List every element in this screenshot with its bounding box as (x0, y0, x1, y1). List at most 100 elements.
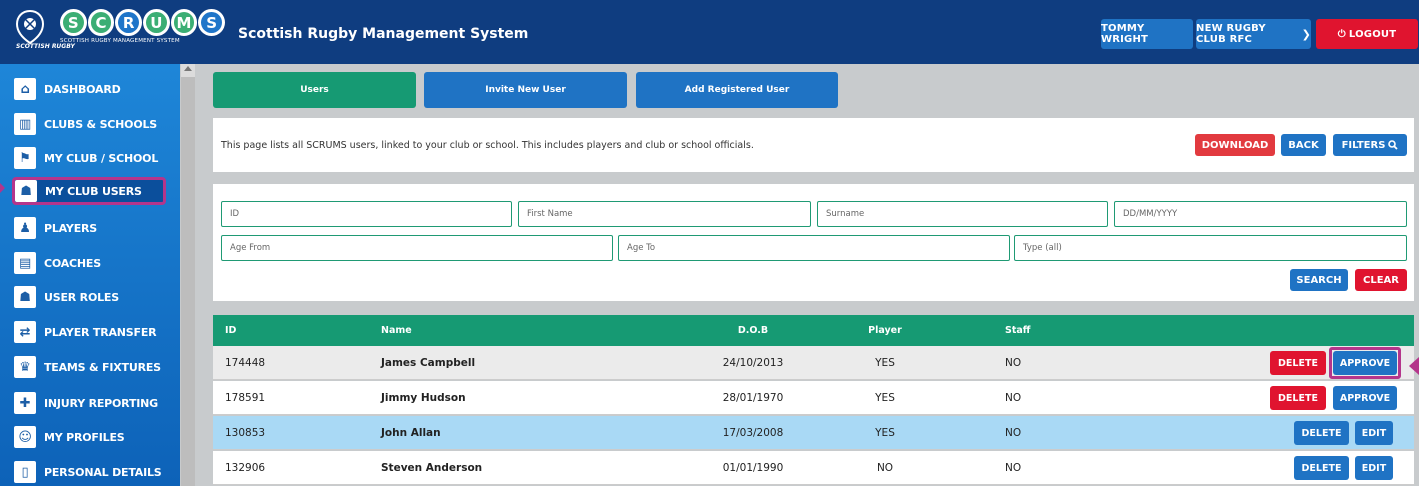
logo-letter: S (198, 9, 226, 36)
cell-name: Steven Anderson (381, 461, 483, 474)
clipboard-icon: ▤ (14, 252, 36, 274)
logo-letter: C (87, 9, 115, 36)
sidebar-item-coaches[interactable]: ▤ COACHES (14, 249, 166, 277)
cell-player: YES (875, 391, 895, 404)
cell-dob: 28/01/1970 (722, 391, 784, 404)
transfer-icon: ⇄ (14, 321, 36, 343)
sidebar-item-dashboard[interactable]: ⌂ DASHBOARD (14, 75, 166, 103)
logout-button[interactable]: ⏻ LOGOUT (1316, 19, 1418, 49)
cell-name: James Campbell (381, 356, 476, 369)
logout-label: LOGOUT (1348, 28, 1397, 40)
table-row[interactable]: 132906 Steven Anderson 01/01/1990 NO NO … (213, 451, 1414, 485)
logo-letter: U (143, 9, 170, 36)
sidebar-item-my-club-school[interactable]: ⚑ MY CLUB / SCHOOL (14, 144, 166, 172)
sidebar-item-label: PLAYERS (44, 221, 98, 235)
app-header: SCOTTISH RUGBY S C R U M S SCOTTISH RUGB… (0, 0, 1419, 64)
scrums-logo[interactable]: S C R U M S SCOTTISH RUGBY MANAGEMENT SY… (60, 9, 226, 57)
column-header-name[interactable]: Name (381, 315, 412, 346)
sidebar-item-label: PERSONAL DETAILS (44, 465, 162, 479)
club-select[interactable]: NEW RUGBY CLUB RFC ❯ (1196, 19, 1311, 49)
sidebar-item-clubs-schools[interactable]: ▥ CLUBS & SCHOOLS (14, 110, 166, 138)
table-header: ID Name D.O.B Player Staff (213, 315, 1414, 346)
surname-input[interactable]: Surname (817, 201, 1108, 227)
sidebar-item-player-transfer[interactable]: ⇄ PLAYER TRANSFER (14, 318, 166, 346)
sidebar-item-players[interactable]: ♟ PLAYERS (14, 214, 166, 242)
cell-staff: NO (1005, 461, 1022, 474)
sidebar-item-injury-reporting[interactable]: ✚ INJURY REPORTING (14, 389, 166, 417)
cell-player: YES (875, 356, 895, 369)
filters-label: FILTERS (1341, 139, 1386, 151)
sidebar-item-personal-details[interactable]: ▯ PERSONAL DETAILS (14, 458, 166, 486)
user-menu-button[interactable]: TOMMY WRIGHT (1101, 19, 1193, 49)
sidebar-item-teams-fixtures[interactable]: ♛ TEAMS & FIXTURES (14, 353, 166, 381)
type-select[interactable]: Type (all) (1014, 235, 1407, 261)
back-button[interactable]: BACK (1281, 134, 1326, 156)
tab-add-registered-user[interactable]: Add Registered User (636, 72, 838, 108)
edit-button[interactable]: EDIT (1355, 421, 1393, 445)
player-icon: ♟ (14, 217, 36, 239)
search-label: SEARCH (1296, 274, 1342, 286)
ambulance-icon: ✚ (14, 392, 36, 414)
column-header-staff[interactable]: Staff (1005, 315, 1031, 346)
tab-label: Add Registered User (684, 85, 790, 95)
edit-button[interactable]: EDIT (1355, 456, 1393, 480)
column-header-id[interactable]: ID (225, 315, 236, 346)
approve-button[interactable]: APPROVE (1333, 351, 1397, 375)
sidebar-item-user-roles[interactable]: ☗ USER ROLES (14, 283, 166, 311)
clear-button[interactable]: CLEAR (1355, 269, 1407, 291)
sidebar: ⌂ DASHBOARD ▥ CLUBS & SCHOOLS ⚑ MY CLUB … (0, 64, 180, 486)
id-input[interactable]: ID (221, 201, 512, 227)
delete-button[interactable]: DELETE (1270, 351, 1326, 375)
sidebar-item-label: MY PROFILES (44, 430, 125, 444)
back-label: BACK (1288, 139, 1319, 151)
users-icon: ☗ (15, 180, 37, 202)
approve-label: APPROVE (1339, 357, 1391, 369)
search-button[interactable]: SEARCH (1290, 269, 1348, 291)
download-button[interactable]: DOWNLOAD (1195, 134, 1275, 156)
delete-button[interactable]: DELETE (1270, 386, 1326, 410)
clear-label: CLEAR (1363, 274, 1399, 286)
delete-label: DELETE (1278, 357, 1318, 369)
cell-id: 130853 (225, 426, 266, 439)
column-header-player[interactable]: Player (845, 315, 925, 346)
edit-label: EDIT (1361, 462, 1387, 474)
delete-button[interactable]: DELETE (1294, 456, 1349, 480)
age-from-input[interactable]: Age From (221, 235, 613, 261)
dob-input[interactable]: DD/MM/YYYY (1114, 201, 1407, 227)
filters-button[interactable]: FILTERS (1333, 134, 1407, 156)
approve-label: APPROVE (1339, 392, 1391, 404)
tab-users[interactable]: Users (213, 72, 416, 108)
cell-player: NO (876, 461, 894, 474)
scroll-up-arrow-icon[interactable] (184, 66, 192, 71)
sidebar-scrollbar-thumb[interactable] (181, 77, 195, 486)
delete-label: DELETE (1301, 427, 1342, 439)
cell-dob: 01/01/1990 (722, 461, 784, 474)
logo-subtitle: SCOTTISH RUGBY MANAGEMENT SYSTEM (60, 38, 180, 44)
app-title: Scottish Rugby Management System (238, 26, 529, 42)
sidebar-item-my-club-users[interactable]: ☗ MY CLUB USERS (12, 177, 166, 205)
delete-button[interactable]: DELETE (1294, 421, 1349, 445)
club-name: NEW RUGBY CLUB RFC (1196, 23, 1266, 45)
tab-label: Invite New User (485, 85, 566, 95)
table-row[interactable]: 130853 John Allan 17/03/2008 YES NO DELE… (213, 416, 1414, 450)
chevron-down-icon: ❯ (1301, 27, 1311, 41)
approve-highlight-pointer (1409, 357, 1419, 375)
column-header-dob[interactable]: D.O.B (703, 315, 803, 346)
sidebar-item-my-profiles[interactable]: ☺ MY PROFILES (14, 423, 166, 451)
approve-button[interactable]: APPROVE (1333, 386, 1397, 410)
age-to-input[interactable]: Age To (618, 235, 1010, 261)
tab-invite-new-user[interactable]: Invite New User (424, 72, 627, 108)
sidebar-item-label: CLUBS & SCHOOLS (44, 117, 158, 131)
logo-letter: R (115, 9, 143, 36)
table-row[interactable]: 178591 Jimmy Hudson 28/01/1970 YES NO DE… (213, 381, 1414, 415)
logo-letter: S (60, 9, 87, 36)
table-row[interactable]: 174448 James Campbell 24/10/2013 YES NO … (213, 346, 1414, 380)
cell-staff: NO (1005, 356, 1022, 369)
cell-id: 178591 (225, 391, 266, 404)
user-name: TOMMY WRIGHT (1101, 23, 1149, 45)
user-roles-icon: ☗ (14, 286, 36, 308)
filter-panel: ID First Name Surname DD/MM/YYYY Age Fro… (213, 184, 1414, 301)
info-text: This page lists all SCRUMS users, linked… (221, 140, 754, 151)
info-panel: This page lists all SCRUMS users, linked… (213, 118, 1414, 172)
first-name-input[interactable]: First Name (518, 201, 811, 227)
